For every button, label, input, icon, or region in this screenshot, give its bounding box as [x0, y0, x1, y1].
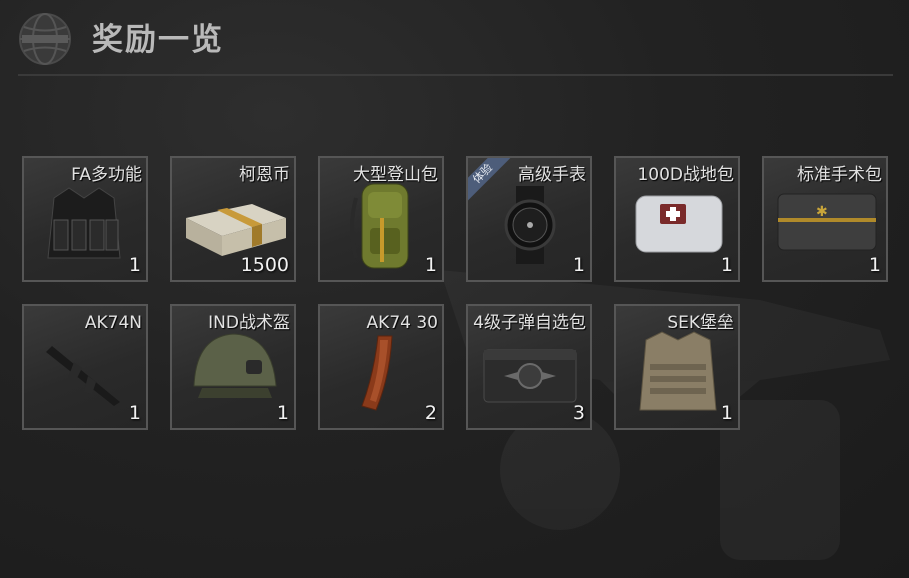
reward-item-fa-vest[interactable]: FA多功能 1: [22, 156, 148, 282]
reward-count: 1: [276, 402, 289, 424]
reward-name: IND战术盔: [208, 313, 290, 333]
reward-name: 大型登山包: [353, 165, 438, 185]
reward-grid: FA多功能 1 柯恩币 1500 大型登山包 1 体验 高级手表 1 100D战…: [22, 156, 902, 436]
reward-item-field-bag[interactable]: 100D战地包 1: [614, 156, 740, 282]
reward-name: AK74 30: [366, 313, 438, 333]
reward-count: 3: [572, 402, 585, 424]
header: 奖励一览: [0, 0, 909, 80]
reward-count: 1: [572, 254, 585, 276]
reward-item-backpack[interactable]: 大型登山包 1: [318, 156, 444, 282]
reward-item-sek-armor[interactable]: SEK堡垒 1: [614, 304, 740, 430]
reward-name: AK74N: [84, 313, 142, 333]
reward-count: 2: [424, 402, 437, 424]
reward-item-surgical-kit[interactable]: ✱ 标准手术包 1: [762, 156, 888, 282]
reward-count: 1: [868, 254, 881, 276]
reward-count: 1: [128, 254, 141, 276]
reward-name: 标准手术包: [797, 165, 882, 185]
globe-emblem-icon: [19, 13, 71, 65]
reward-item-watch[interactable]: 体验 高级手表 1: [466, 156, 592, 282]
reward-name: 100D战地包: [637, 165, 734, 185]
reward-count: 1500: [240, 254, 289, 276]
reward-item-ammo-pack[interactable]: 4级子弹自选包 3: [466, 304, 592, 430]
reward-item-ak74-mag[interactable]: AK74 30 2: [318, 304, 444, 430]
reward-item-helmet[interactable]: IND战术盔 1: [170, 304, 296, 430]
page-title: 奖励一览: [92, 22, 224, 58]
reward-count: 1: [720, 254, 733, 276]
reward-name: 4级子弹自选包: [473, 313, 586, 333]
reward-name: SEK堡垒: [667, 313, 734, 333]
reward-item-coin[interactable]: 柯恩币 1500: [170, 156, 296, 282]
reward-count: 1: [128, 402, 141, 424]
reward-count: 1: [720, 402, 733, 424]
header-divider: [18, 74, 893, 76]
svg-text:✱: ✱: [816, 204, 828, 220]
reward-count: 1: [424, 254, 437, 276]
reward-name: 柯恩币: [239, 165, 290, 185]
reward-item-ak74n[interactable]: AK74N 1: [22, 304, 148, 430]
reward-name: FA多功能: [71, 165, 142, 185]
